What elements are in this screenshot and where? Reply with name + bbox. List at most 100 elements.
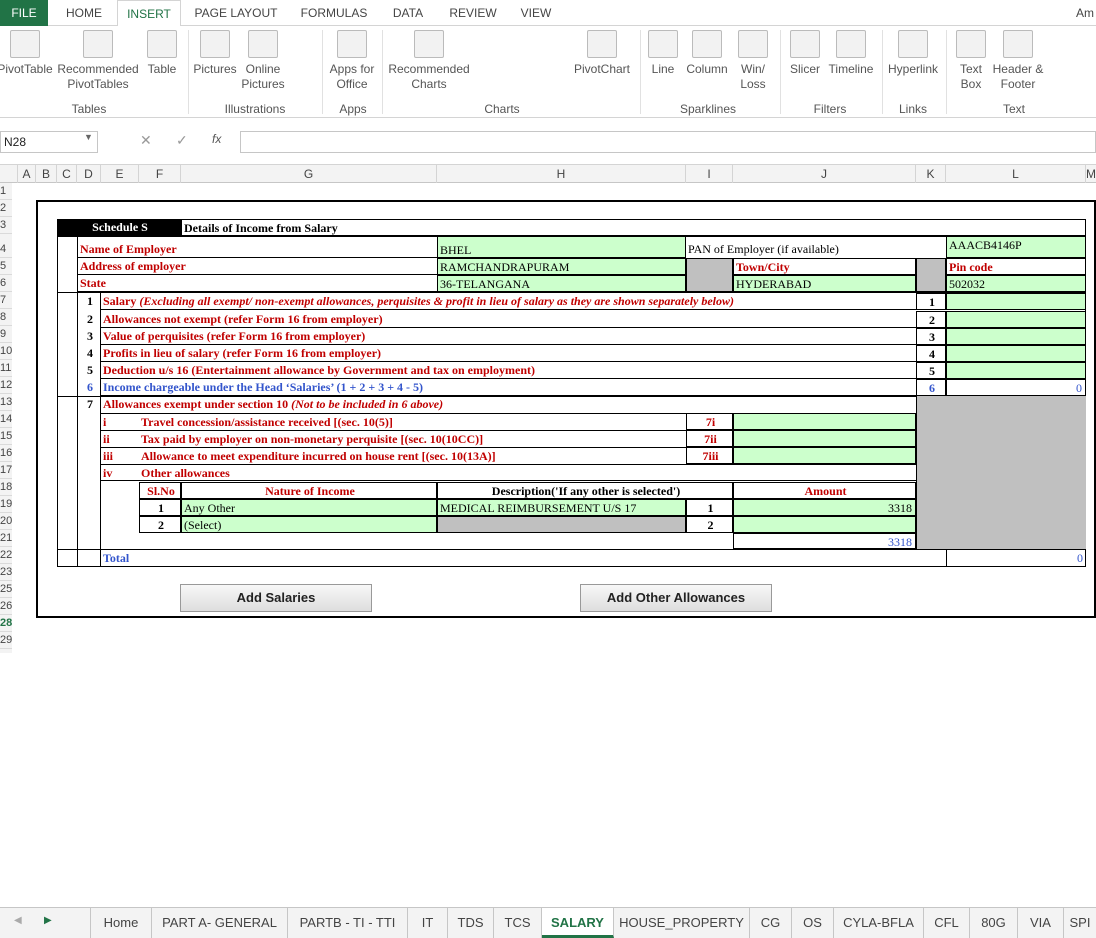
pictures-button[interactable]: Pictures — [192, 30, 238, 77]
row-header[interactable]: 12 — [0, 377, 12, 394]
tab-insert[interactable]: INSERT — [117, 0, 181, 27]
insert-function-icon[interactable]: fx — [212, 132, 221, 146]
row-header[interactable]: 3 — [0, 217, 12, 234]
column-header[interactable]: K — [916, 165, 946, 183]
row-header[interactable]: 25 — [0, 581, 12, 598]
header-footer-button[interactable]: Header & Footer — [992, 30, 1044, 92]
row-header[interactable]: 18 — [0, 479, 12, 496]
employer-field[interactable]: BHEL — [437, 236, 686, 258]
sheet-tab-cg[interactable]: CG — [750, 908, 792, 938]
item-value-field[interactable] — [946, 328, 1086, 345]
column-header[interactable]: A — [18, 165, 36, 183]
row-header[interactable]: 4 — [0, 241, 12, 258]
row-header[interactable]: 10 — [0, 343, 12, 360]
column-header[interactable]: H — [437, 165, 686, 183]
pivotchart-button[interactable]: PivotChart — [570, 30, 634, 77]
column-header[interactable]: C — [57, 165, 77, 183]
sheet-tab-cfl[interactable]: CFL — [924, 908, 970, 938]
cancel-icon[interactable]: ✕ — [140, 132, 152, 149]
column-header[interactable]: I — [686, 165, 733, 183]
nature-select[interactable]: Any Other — [181, 499, 437, 516]
sheet-tab-spi[interactable]: SPI — [1064, 908, 1096, 938]
sparkline-column-button[interactable]: Column — [684, 30, 730, 77]
enter-icon[interactable]: ✓ — [176, 132, 188, 149]
sub-value-field[interactable] — [733, 430, 916, 447]
row-header[interactable]: 7 — [0, 292, 12, 309]
tab-page-layout[interactable]: PAGE LAYOUT — [190, 0, 282, 26]
hyperlink-button[interactable]: Hyperlink — [884, 30, 942, 77]
column-header[interactable]: B — [36, 165, 57, 183]
sheet-tab-80g[interactable]: 80G — [970, 908, 1018, 938]
tab-home[interactable]: HOME — [56, 0, 112, 26]
tab-file[interactable]: FILE — [0, 0, 48, 26]
row-header[interactable]: 13 — [0, 394, 12, 411]
column-header[interactable]: L — [946, 165, 1086, 183]
row-header[interactable]: 6 — [0, 275, 12, 292]
tab-formulas[interactable]: FORMULAS — [294, 0, 374, 26]
sheet-tab-tds[interactable]: TDS — [448, 908, 494, 938]
sheet-tab-partb-ti-tti[interactable]: PARTB - TI - TTI — [288, 908, 408, 938]
description-field[interactable]: MEDICAL REIMBURSEMENT U/S 17 — [437, 499, 686, 516]
address-field[interactable]: RAMCHANDRAPURAM — [437, 258, 686, 275]
column-header[interactable]: G — [181, 165, 437, 183]
row-header[interactable]: 14 — [0, 411, 12, 428]
sheet-tab-salary[interactable]: SALARY — [542, 908, 614, 938]
row-header[interactable]: 15 — [0, 428, 12, 445]
add-salaries-button[interactable]: Add Salaries — [180, 584, 372, 612]
row-header[interactable]: 20 — [0, 513, 12, 530]
sub-value-field[interactable] — [733, 447, 916, 464]
sheet-tab-home[interactable]: Home — [90, 908, 152, 938]
row-header[interactable]: 16 — [0, 445, 12, 462]
row-header[interactable]: 23 — [0, 564, 12, 581]
slicer-button[interactable]: Slicer — [786, 30, 824, 77]
state-field[interactable]: 36-TELANGANA — [437, 275, 686, 292]
sparkline-winloss-button[interactable]: Win/ Loss — [734, 30, 772, 92]
sheet-tab-cyla-bfla[interactable]: CYLA-BFLA — [834, 908, 924, 938]
row-header[interactable]: 2 — [0, 200, 12, 217]
row-header[interactable]: 8 — [0, 309, 12, 326]
amount-field[interactable] — [733, 516, 916, 533]
chevron-down-icon[interactable]: ▼ — [84, 132, 93, 142]
row-header[interactable]: 29 — [0, 632, 12, 649]
sheet-tab-tcs[interactable]: TCS — [494, 908, 542, 938]
table-button[interactable]: Table — [142, 30, 182, 77]
row-header[interactable]: 1 — [0, 183, 12, 200]
row-header[interactable]: 19 — [0, 496, 12, 513]
apps-for-office-button[interactable]: Apps for Office — [326, 30, 378, 92]
timeline-button[interactable]: Timeline — [826, 30, 876, 77]
row-header[interactable]: 22 — [0, 547, 12, 564]
pin-field[interactable]: 502032 — [946, 275, 1086, 292]
sparkline-line-button[interactable]: Line — [644, 30, 682, 77]
tab-view[interactable]: VIEW — [512, 0, 560, 26]
pan-field[interactable]: AAACB4146P — [946, 236, 1086, 258]
nature-select[interactable]: (Select) — [181, 516, 437, 533]
item-value-field[interactable] — [946, 345, 1086, 362]
column-header[interactable]: F — [139, 165, 181, 183]
sheet-tab-os[interactable]: OS — [792, 908, 834, 938]
sheet-tab-it[interactable]: IT — [408, 908, 448, 938]
add-other-allowances-button[interactable]: Add Other Allowances — [580, 584, 772, 612]
item-value-field[interactable] — [946, 293, 1086, 310]
row-header-selected[interactable]: 28 — [0, 615, 12, 632]
user-name[interactable]: Am — [1074, 0, 1096, 26]
text-box-button[interactable]: Text Box — [952, 30, 990, 92]
sheet-tab-house-property[interactable]: HOUSE_PROPERTY — [614, 908, 750, 938]
pivottable-button[interactable]: PivotTable — [0, 30, 54, 77]
sheet-tab-via[interactable]: VIA — [1018, 908, 1064, 938]
row-header[interactable]: 26 — [0, 598, 12, 615]
town-field[interactable]: HYDERABAD — [733, 275, 916, 292]
formula-input[interactable] — [240, 131, 1096, 153]
item-value-field[interactable] — [946, 362, 1086, 379]
sub-value-field[interactable] — [733, 413, 916, 430]
amount-field[interactable]: 3318 — [733, 499, 916, 516]
tab-data[interactable]: DATA — [384, 0, 432, 26]
row-header[interactable]: 11 — [0, 360, 12, 377]
scroll-left-icon[interactable]: ◀ — [14, 915, 22, 926]
item-value-field[interactable] — [946, 311, 1086, 328]
row-header[interactable]: 17 — [0, 462, 12, 479]
row-header[interactable]: 21 — [0, 530, 12, 547]
column-header[interactable]: J — [733, 165, 916, 183]
online-pictures-button[interactable]: Online Pictures — [240, 30, 286, 92]
column-header[interactable]: M — [1086, 165, 1096, 183]
column-header[interactable]: E — [101, 165, 139, 183]
